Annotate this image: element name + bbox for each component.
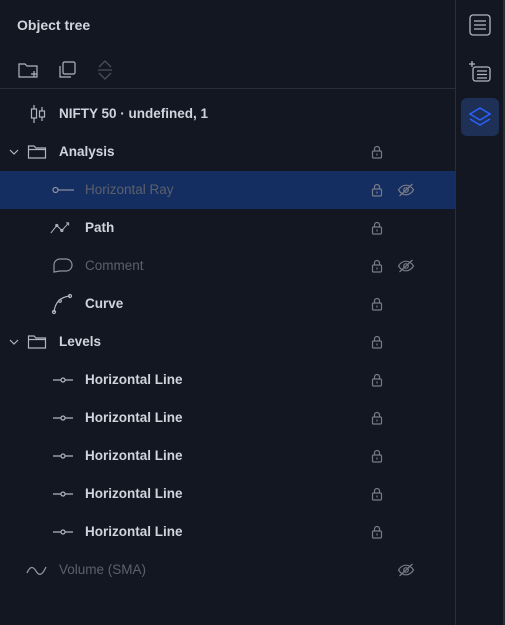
lock-icon[interactable]: [369, 144, 385, 160]
panel-title: Object tree: [17, 17, 91, 33]
item-label: Volume (SMA): [59, 562, 147, 577]
clone-button[interactable]: [53, 56, 81, 84]
list-icon: [469, 14, 491, 36]
horizontal-line-icon: [52, 521, 74, 543]
tree-item-horizontal-line[interactable]: Horizontal Line: [0, 361, 455, 399]
tree-item-curve[interactable]: Curve: [0, 285, 455, 323]
horizontal-line-icon: [52, 445, 74, 467]
path-icon: [50, 217, 72, 239]
tree-group-levels[interactable]: Levels: [0, 323, 455, 361]
item-label: Horizontal Line: [85, 410, 183, 425]
folder-icon: [26, 331, 48, 353]
lock-icon[interactable]: [369, 524, 385, 540]
curve-icon: [51, 293, 73, 315]
lock-icon[interactable]: [369, 486, 385, 502]
chevron-down-icon[interactable]: [8, 146, 20, 158]
eye-crossed-icon[interactable]: [397, 182, 415, 198]
item-label: Horizontal Line: [85, 486, 183, 501]
chevron-down-icon[interactable]: [8, 336, 20, 348]
move-updown-icon: [98, 60, 112, 80]
lock-icon[interactable]: [369, 372, 385, 388]
list-plus-icon: [469, 61, 491, 82]
horizontal-line-icon: [52, 369, 74, 391]
comment-icon: [52, 255, 74, 277]
lock-icon[interactable]: [369, 410, 385, 426]
lock-icon[interactable]: [369, 334, 385, 350]
horizontal-line-icon: [52, 483, 74, 505]
tree-item-horizontal-line[interactable]: Horizontal Line: [0, 437, 455, 475]
item-label: Path: [85, 220, 115, 235]
eye-crossed-icon[interactable]: [397, 258, 415, 274]
symbol-label: NIFTY 50 · undefined, 1: [59, 106, 209, 121]
object-tree-button[interactable]: [461, 98, 499, 136]
group-label: Levels: [59, 334, 102, 349]
tree-item-volume-indicator[interactable]: Volume (SMA): [0, 551, 455, 589]
item-label: Horizontal Line: [85, 524, 183, 539]
group-label: Analysis: [59, 144, 115, 159]
lock-icon[interactable]: [369, 220, 385, 236]
indicator-wave-icon: [26, 559, 48, 581]
tree-row-symbol[interactable]: NIFTY 50 · undefined, 1: [0, 95, 455, 133]
lock-icon[interactable]: [369, 448, 385, 464]
item-label: Horizontal Ray: [85, 182, 174, 197]
candlestick-icon: [27, 103, 49, 125]
create-group-button[interactable]: [15, 56, 43, 84]
lock-icon[interactable]: [369, 182, 385, 198]
tree-item-horizontal-ray[interactable]: Horizontal Ray: [0, 171, 455, 209]
tree-item-horizontal-line[interactable]: Horizontal Line: [0, 475, 455, 513]
lock-icon[interactable]: [369, 258, 385, 274]
item-label: Curve: [85, 296, 124, 311]
tree-item-horizontal-line[interactable]: Horizontal Line: [0, 399, 455, 437]
folder-icon: [26, 141, 48, 163]
tree-item-comment[interactable]: Comment: [0, 247, 455, 285]
header-divider: [0, 88, 455, 89]
watchlist-button[interactable]: [461, 6, 499, 44]
tree-group-analysis[interactable]: Analysis: [0, 133, 455, 171]
eye-crossed-icon[interactable]: [397, 562, 415, 578]
add-alert-button[interactable]: [461, 52, 499, 90]
tree-item-path[interactable]: Path: [0, 209, 455, 247]
item-label: Comment: [85, 258, 144, 273]
horizontal-ray-icon: [52, 179, 74, 201]
object-tree-panel: Object tree NIFTY 50 · undefined, 1 Anal…: [0, 0, 455, 625]
object-tree: NIFTY 50 · undefined, 1 Analysis Horizon…: [0, 95, 455, 589]
item-label: Horizontal Line: [85, 372, 183, 387]
item-label: Horizontal Line: [85, 448, 183, 463]
right-toolbar: [456, 0, 505, 625]
folder-plus-icon: [18, 63, 38, 78]
move-button[interactable]: [91, 56, 119, 84]
lock-icon[interactable]: [369, 296, 385, 312]
horizontal-line-icon: [52, 407, 74, 429]
layers-icon: [468, 107, 492, 126]
clone-icon: [59, 61, 76, 78]
tree-toolbar: [15, 56, 129, 84]
tree-item-horizontal-line[interactable]: Horizontal Line: [0, 513, 455, 551]
